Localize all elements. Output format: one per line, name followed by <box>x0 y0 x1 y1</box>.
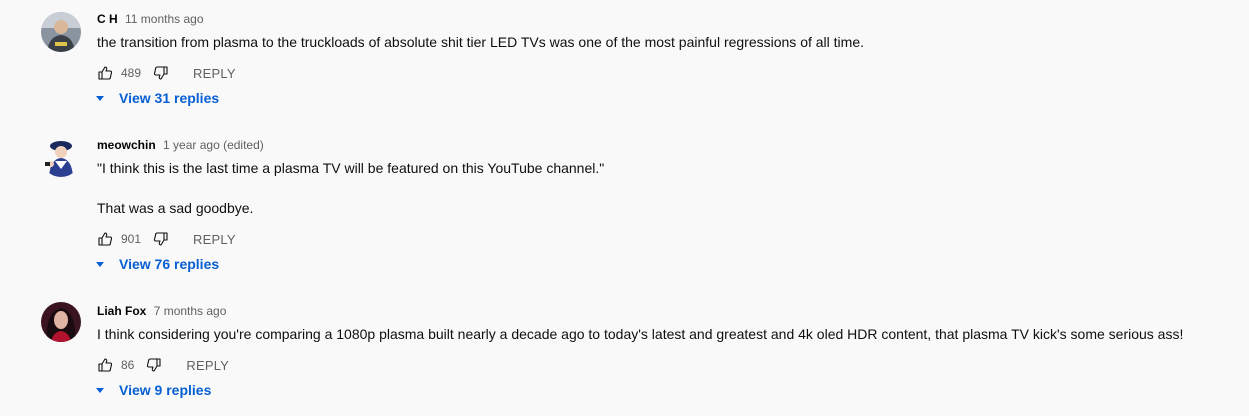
author-name[interactable]: meowchin <box>97 138 156 152</box>
comment-header: Liah Fox 7 months ago <box>97 303 226 319</box>
view-replies-label: View 31 replies <box>119 90 220 106</box>
view-replies-button[interactable]: View 9 replies <box>95 382 211 398</box>
comment-text: "I think this is the last time a plasma … <box>97 160 605 176</box>
view-replies-label: View 76 replies <box>119 256 220 272</box>
like-count: 901 <box>121 232 142 246</box>
comment-timestamp[interactable]: 1 year ago (edited) <box>163 138 264 152</box>
thumbs-down-icon[interactable] <box>153 65 169 81</box>
view-replies-button[interactable]: View 76 replies <box>95 256 219 272</box>
view-replies-button[interactable]: View 31 replies <box>95 90 219 106</box>
thumbs-up-icon[interactable] <box>97 231 113 247</box>
reply-button[interactable]: REPLY <box>193 232 236 247</box>
comment-timestamp[interactable]: 7 months ago <box>154 304 227 318</box>
thumbs-down-icon[interactable] <box>153 231 169 247</box>
reply-button[interactable]: REPLY <box>186 358 229 373</box>
comment-header: meowchin 1 year ago (edited) <box>97 137 264 153</box>
view-replies-label: View 9 replies <box>119 382 212 398</box>
avatar[interactable] <box>41 137 81 177</box>
author-name[interactable]: Liah Fox <box>97 304 146 318</box>
caret-down-icon <box>95 385 105 395</box>
author-name[interactable]: C H <box>97 12 118 26</box>
reply-button[interactable]: REPLY <box>193 66 236 81</box>
comment-header: C H 11 months ago <box>97 11 204 27</box>
comment-actions: 86 REPLY <box>97 355 229 375</box>
comment-actions: 901 REPLY <box>97 229 236 249</box>
avatar[interactable] <box>41 302 81 342</box>
like-count: 86 <box>121 358 135 372</box>
like-count: 489 <box>121 66 142 80</box>
comment-text: I think considering you're comparing a 1… <box>97 326 1184 342</box>
caret-down-icon <box>95 259 105 269</box>
thumbs-up-icon[interactable] <box>97 65 113 81</box>
comment-text: the transition from plasma to the truckl… <box>97 34 864 50</box>
comment-text: That was a sad goodbye. <box>97 200 254 216</box>
thumbs-down-icon[interactable] <box>146 357 162 373</box>
comment-actions: 489 REPLY <box>97 63 236 83</box>
thumbs-up-icon[interactable] <box>97 357 113 373</box>
caret-down-icon <box>95 93 105 103</box>
comment-timestamp[interactable]: 11 months ago <box>125 12 204 26</box>
avatar[interactable] <box>41 12 81 52</box>
